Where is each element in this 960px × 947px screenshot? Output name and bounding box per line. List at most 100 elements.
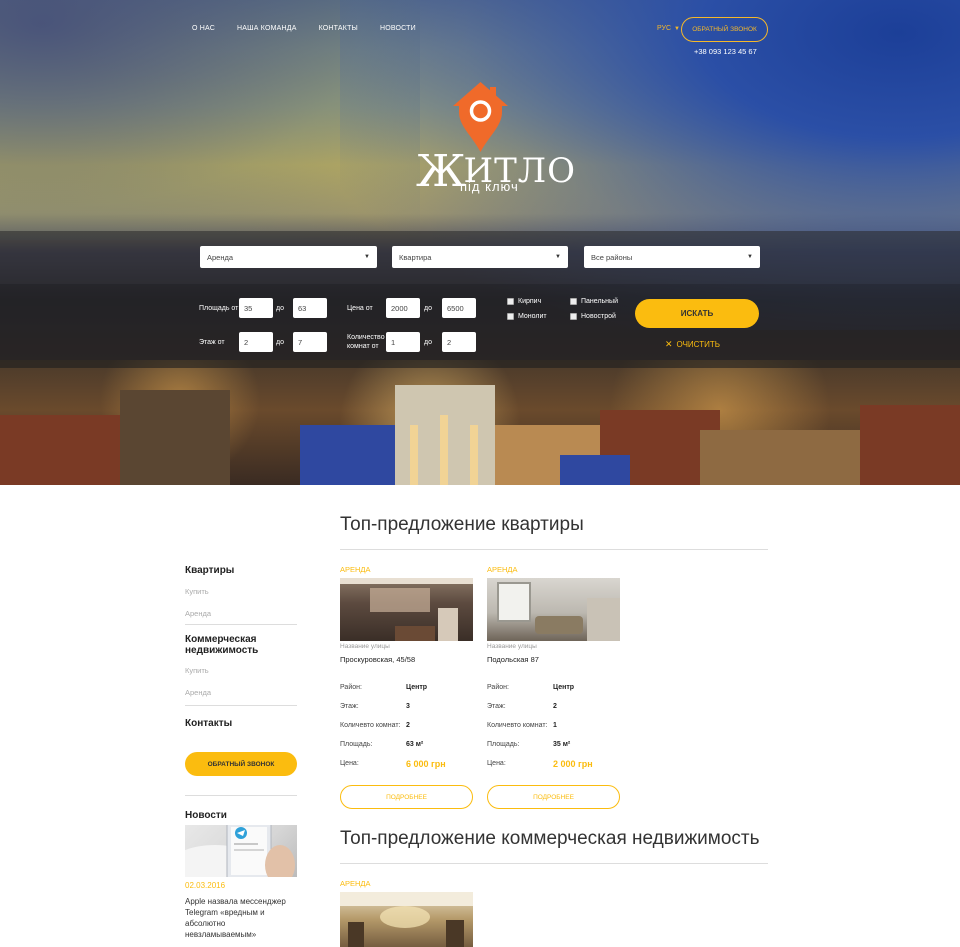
- area-to-input[interactable]: 63: [293, 298, 327, 318]
- listing-tag: АРЕНДА: [340, 879, 371, 888]
- district-value: Все районы: [591, 252, 633, 262]
- caret-down-icon: ▼: [555, 254, 561, 260]
- listing-photo[interactable]: [487, 578, 620, 641]
- checkbox-panel[interactable]: Панельный: [570, 298, 618, 305]
- nav-item-team[interactable]: НАША КОМАНДА: [237, 25, 297, 32]
- floor-to-input[interactable]: 7: [293, 332, 327, 352]
- checkbox-brick[interactable]: Кирпич: [507, 298, 541, 305]
- listing-price-row: Цена: 2 000 грн: [487, 759, 593, 769]
- sidebar-heading-commercial[interactable]: Коммерческая недвижимость: [185, 634, 297, 656]
- price-from-input[interactable]: 2000: [386, 298, 420, 318]
- checkbox-new-building[interactable]: Новострой: [570, 313, 616, 320]
- listing-area-value: 63 м²: [406, 741, 424, 748]
- deal-type-value: Аренда: [207, 252, 234, 262]
- listing-street-caption: Название улицы: [340, 643, 390, 650]
- checkbox-icon: [507, 298, 514, 305]
- listing-photo[interactable]: [340, 892, 473, 947]
- district-select[interactable]: Все районы ▼: [584, 246, 760, 268]
- listing-floor-row: Этаж: 3: [340, 703, 410, 710]
- sidebar-heading-contacts[interactable]: Контакты: [185, 718, 232, 729]
- listing-district-value: Центр: [553, 684, 575, 691]
- nav-item-about[interactable]: О НАС: [192, 25, 215, 32]
- listing-district-label: Район:: [340, 684, 362, 691]
- listing-rooms-label: Количевто комнат:: [340, 722, 401, 729]
- listing-area-label: Площадь:: [340, 741, 373, 748]
- price-to-input[interactable]: 6500: [442, 298, 476, 318]
- nav-item-contacts[interactable]: КОНТАКТЫ: [319, 25, 358, 32]
- sidebar-item-buy-commercial[interactable]: Купить: [185, 666, 209, 675]
- checkbox-monolith[interactable]: Монолит: [507, 313, 547, 320]
- news-thumbnail-image[interactable]: [185, 825, 297, 877]
- listing-district-row: Район: Центр: [340, 684, 427, 691]
- rooms-label-line2: комнат от: [347, 343, 379, 350]
- listing-rooms-value: 2: [406, 722, 410, 729]
- listing-rooms-value: 1: [553, 722, 557, 729]
- checkbox-icon: [570, 313, 577, 320]
- sidebar-heading-apartments[interactable]: Квартиры: [185, 565, 234, 576]
- details-button[interactable]: ПОДРОБНЕЕ: [340, 785, 473, 809]
- listing-floor-value: 3: [406, 703, 410, 710]
- callback-button-header[interactable]: ОБРАТНЫЙ ЗВОНОК: [681, 17, 768, 42]
- listing-district-label: Район:: [487, 684, 509, 691]
- listing-price-value: 6 000 грн: [406, 759, 446, 769]
- sidebar-item-rent-commercial[interactable]: Аренда: [185, 688, 211, 697]
- callback-button-sidebar[interactable]: ОБРАТНЫЙ ЗВОНОК: [185, 752, 297, 776]
- checkbox-monolith-label: Монолит: [518, 313, 547, 320]
- listing-address: Подольская 87: [487, 655, 539, 664]
- close-icon: ✕: [665, 339, 673, 349]
- rooms-label-line1: Количество: [347, 334, 385, 341]
- divider: [185, 624, 297, 625]
- listing-price-row: Цена: 6 000 грн: [340, 759, 446, 769]
- listing-card[interactable]: АРЕНДА: [340, 879, 473, 947]
- sidebar-item-buy[interactable]: Купить: [185, 587, 209, 596]
- clear-button[interactable]: ✕ ОЧИСТИТЬ: [665, 339, 720, 350]
- listing-district-row: Район: Центр: [487, 684, 574, 691]
- listing-card[interactable]: АРЕНДА Название улицы Проскуровская, 45/…: [340, 565, 473, 810]
- property-type-select[interactable]: Квартира ▼: [392, 246, 568, 268]
- listing-rooms-row: Количевто комнат: 2: [340, 722, 410, 729]
- sidebar-heading-news[interactable]: Новости: [185, 810, 227, 821]
- divider: [185, 705, 297, 706]
- search-band-filters: [0, 284, 960, 368]
- language-select[interactable]: РУС ▼: [657, 25, 680, 32]
- caret-down-icon: ▼: [364, 254, 370, 260]
- listing-floor-row: Этаж: 2: [487, 703, 557, 710]
- news-date: 02.03.2016: [185, 881, 226, 890]
- logo-title-initial: Ж: [416, 146, 467, 197]
- rooms-from-input[interactable]: 1: [386, 332, 420, 352]
- listing-price-label: Цена:: [487, 760, 506, 767]
- listing-street-caption: Название улицы: [487, 643, 537, 650]
- divider: [340, 863, 768, 864]
- logo-subtitle: під ключ: [460, 179, 519, 194]
- listing-price-value: 2 000 грн: [553, 759, 593, 769]
- top-navigation: О НАС НАША КОМАНДА КОНТАКТЫ НОВОСТИ: [192, 25, 416, 32]
- news-headline[interactable]: Apple назвала мессенджер Telegram «вредн…: [185, 896, 297, 940]
- listing-card[interactable]: АРЕНДА Название улицы Подольская 87 Райо…: [487, 565, 620, 810]
- checkbox-icon: [570, 298, 577, 305]
- details-button[interactable]: ПОДРОБНЕЕ: [487, 785, 620, 809]
- listing-area-value: 35 м²: [553, 741, 571, 748]
- listing-floor-label: Этаж:: [340, 703, 359, 710]
- listing-floor-label: Этаж:: [487, 703, 506, 710]
- deal-type-select[interactable]: Аренда ▼: [200, 246, 377, 268]
- divider: [340, 549, 768, 550]
- rooms-to-input[interactable]: 2: [442, 332, 476, 352]
- clear-button-label: ОЧИСТИТЬ: [676, 340, 720, 349]
- listing-address: Проскуровская, 45/58: [340, 655, 416, 664]
- hero-banner: [0, 0, 960, 485]
- floor-from-input[interactable]: 2: [239, 332, 273, 352]
- listing-photo[interactable]: [340, 578, 473, 641]
- floor-label: Этаж от: [199, 339, 225, 346]
- area-from-input[interactable]: 35: [239, 298, 273, 318]
- listing-tag: АРЕНДА: [340, 565, 371, 574]
- listing-floor-value: 2: [553, 703, 557, 710]
- section-title-apartments: Топ-предложение квартиры: [340, 514, 584, 535]
- house-pin-logo-icon: [453, 82, 508, 152]
- sidebar-item-rent[interactable]: Аренда: [185, 609, 211, 618]
- nav-item-news[interactable]: НОВОСТИ: [380, 25, 416, 32]
- property-type-value: Квартира: [399, 252, 432, 262]
- rooms-label: Количество комнат от: [347, 333, 385, 351]
- listing-district-value: Центр: [406, 684, 428, 691]
- checkbox-new-building-label: Новострой: [581, 313, 616, 320]
- search-button[interactable]: ИСКАТЬ: [635, 299, 759, 328]
